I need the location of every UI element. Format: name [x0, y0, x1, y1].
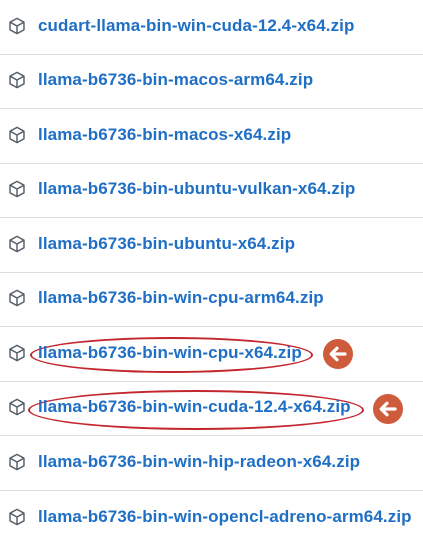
asset-link[interactable]: cudart-llama-bin-win-cuda-12.4-x64.zip: [38, 15, 354, 37]
asset-row-highlighted: llama-b6736-bin-win-cpu-x64.zip: [0, 327, 423, 382]
asset-row: llama-b6736-bin-ubuntu-vulkan-x64.zip: [0, 164, 423, 219]
asset-link[interactable]: llama-b6736-bin-win-hip-radeon-x64.zip: [38, 451, 360, 473]
asset-link[interactable]: llama-b6736-bin-macos-x64.zip: [38, 124, 291, 146]
package-icon: [8, 453, 26, 471]
asset-row: llama-b6736-bin-win-opencl-adreno-arm64.…: [0, 491, 423, 545]
asset-link[interactable]: llama-b6736-bin-win-opencl-adreno-arm64.…: [38, 506, 412, 528]
package-icon: [8, 180, 26, 198]
asset-link[interactable]: llama-b6736-bin-win-cuda-12.4-x64.zip: [38, 396, 351, 418]
package-icon: [8, 344, 26, 362]
package-icon: [8, 126, 26, 144]
arrow-left-icon: [373, 394, 403, 424]
asset-row: llama-b6736-bin-win-cpu-arm64.zip: [0, 273, 423, 328]
asset-row: llama-b6736-bin-ubuntu-x64.zip: [0, 218, 423, 273]
asset-link[interactable]: llama-b6736-bin-ubuntu-vulkan-x64.zip: [38, 178, 355, 200]
asset-row: llama-b6736-bin-macos-x64.zip: [0, 109, 423, 164]
package-icon: [8, 508, 26, 526]
asset-link[interactable]: llama-b6736-bin-ubuntu-x64.zip: [38, 233, 295, 255]
package-icon: [8, 71, 26, 89]
asset-row: llama-b6736-bin-macos-arm64.zip: [0, 55, 423, 110]
asset-link[interactable]: llama-b6736-bin-macos-arm64.zip: [38, 69, 313, 91]
package-icon: [8, 17, 26, 35]
asset-link[interactable]: llama-b6736-bin-win-cpu-x64.zip: [38, 342, 302, 364]
release-assets-list: cudart-llama-bin-win-cuda-12.4-x64.zip l…: [0, 0, 423, 542]
package-icon: [8, 398, 26, 416]
package-icon: [8, 235, 26, 253]
asset-row: cudart-llama-bin-win-cuda-12.4-x64.zip: [0, 0, 423, 55]
package-icon: [8, 289, 26, 307]
asset-row: llama-b6736-bin-win-hip-radeon-x64.zip: [0, 436, 423, 491]
arrow-left-icon: [323, 339, 353, 369]
asset-link[interactable]: llama-b6736-bin-win-cpu-arm64.zip: [38, 287, 324, 309]
asset-row-highlighted: llama-b6736-bin-win-cuda-12.4-x64.zip: [0, 382, 423, 437]
